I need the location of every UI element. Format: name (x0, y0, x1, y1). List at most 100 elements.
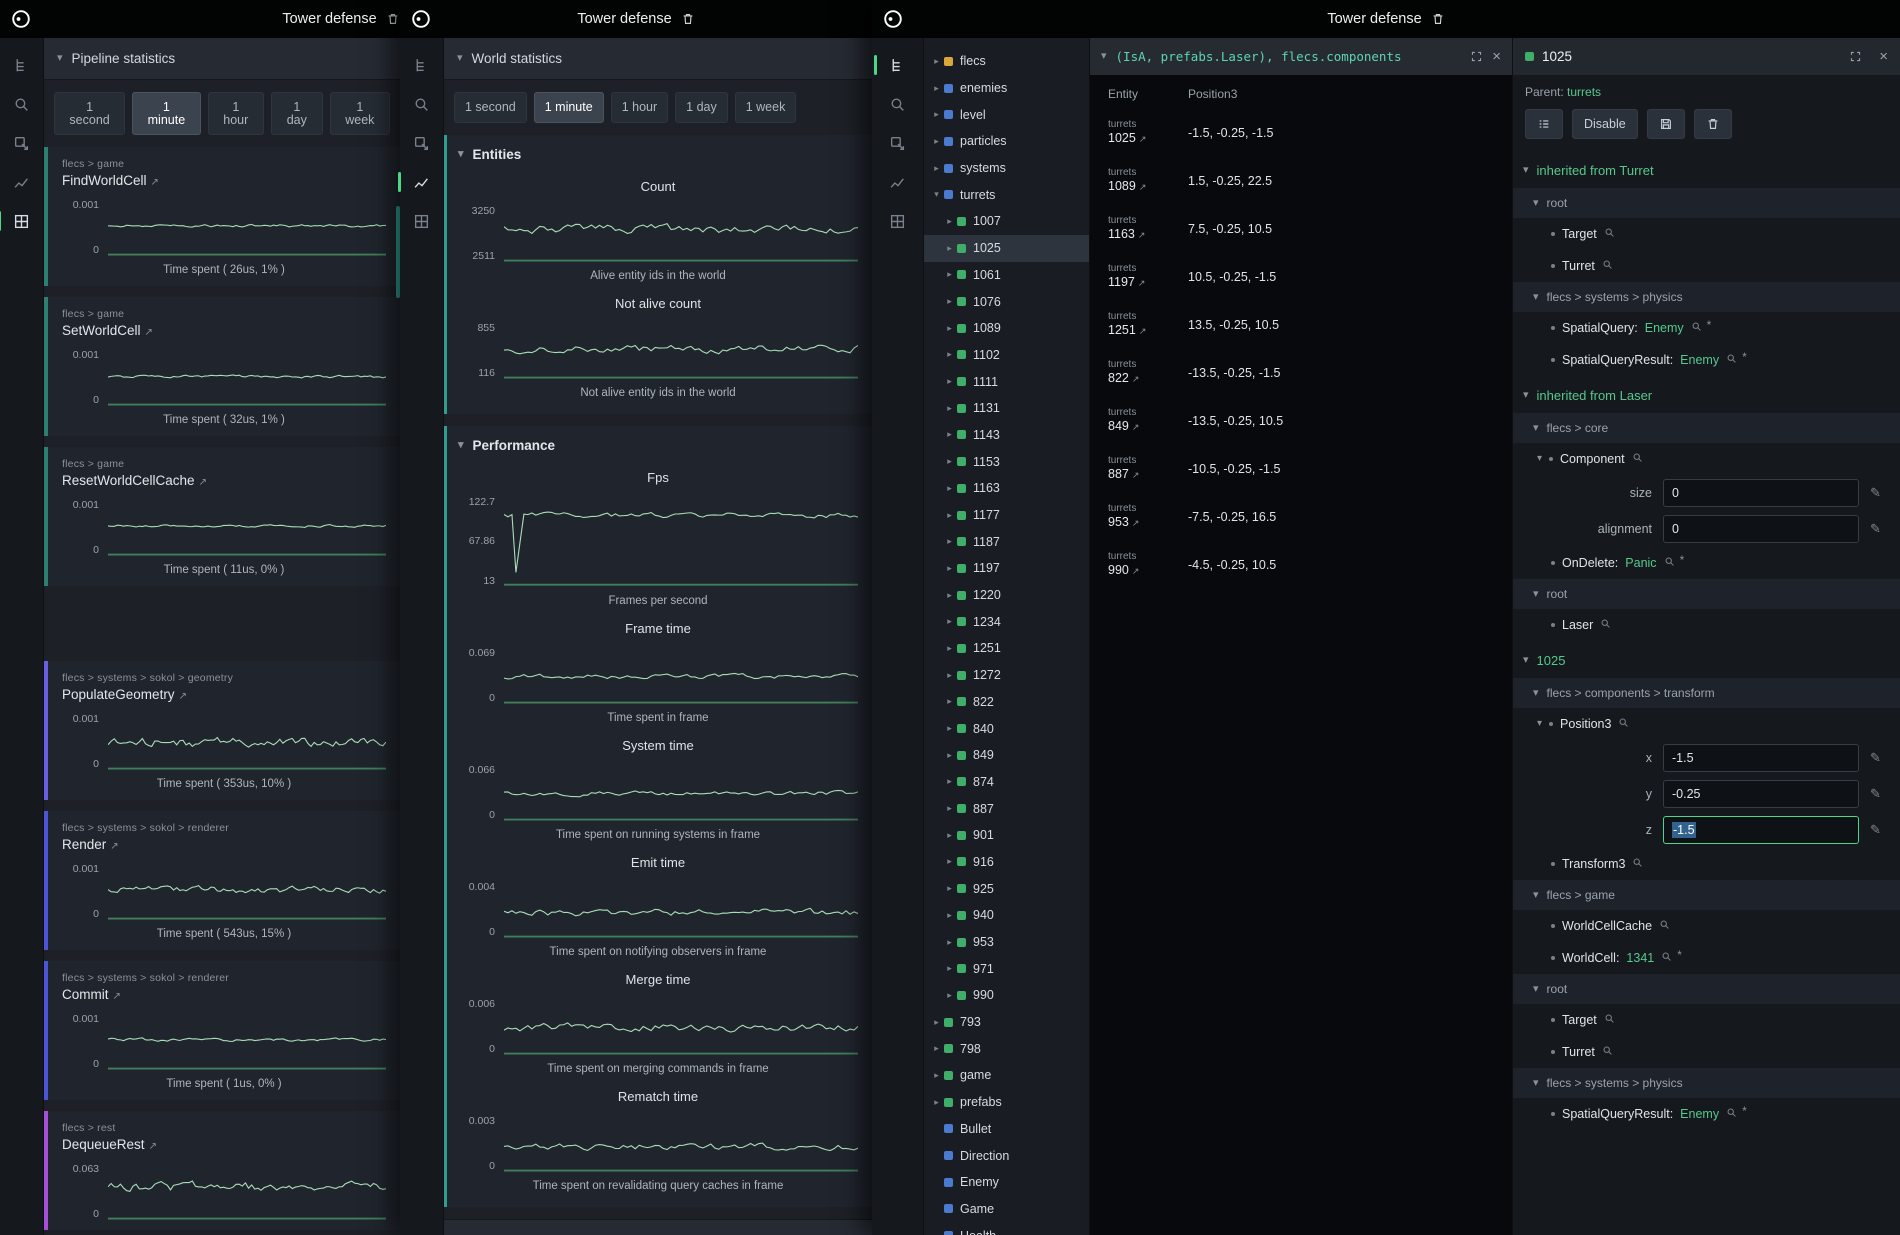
tree-item-Enemy[interactable]: Enemy (924, 1169, 1089, 1196)
query-result-row[interactable]: turrets1089↗1.5, -0.25, 22.5 (1090, 157, 1512, 205)
external-link-icon[interactable]: ↗ (110, 841, 118, 852)
close-icon[interactable]: × (1492, 49, 1501, 64)
tree-item-1272[interactable]: ▸1272 (924, 662, 1089, 689)
close-icon[interactable]: × (1879, 49, 1888, 64)
tree-item-game[interactable]: ▸game (924, 1062, 1089, 1089)
time-range-button-1-second[interactable]: 1 second (454, 92, 527, 123)
tree-item-1076[interactable]: ▸1076 (924, 288, 1089, 315)
search-icon[interactable] (6, 89, 38, 119)
tree-item-953[interactable]: ▸953 (924, 929, 1089, 956)
inspector-icon[interactable] (882, 128, 914, 158)
panel-header[interactable]: ▾ World statistics (444, 38, 872, 80)
time-range-button-1-minute[interactable]: 1 minute (534, 92, 604, 123)
tree-item-925[interactable]: ▸925 (924, 875, 1089, 902)
field-input-x[interactable]: -1.5 (1663, 744, 1859, 772)
search-icon[interactable] (406, 89, 438, 119)
component-value[interactable]: Enemy (1645, 321, 1684, 335)
stats-icon[interactable] (406, 167, 438, 197)
edit-pencil-icon[interactable]: ✎ (1870, 521, 1881, 537)
section-header[interactable]: ▾Entities (444, 135, 872, 174)
component-row[interactable]: SpatialQueryResult:Enemy* (1513, 344, 1900, 376)
tree-item-916[interactable]: ▸916 (924, 849, 1089, 876)
entity-id-link[interactable]: 953↗ (1108, 515, 1188, 531)
section-header[interactable]: ▾Performance (444, 426, 872, 465)
tree-item-940[interactable]: ▸940 (924, 902, 1089, 929)
entity-id-link[interactable]: 1089↗ (1108, 179, 1188, 195)
inspector-group-header[interactable]: ▾flecs > core (1513, 413, 1900, 443)
entity-id-link[interactable]: 1197↗ (1108, 275, 1188, 291)
tree-item-849[interactable]: ▸849 (924, 742, 1089, 769)
time-range-button-1-day[interactable]: 1 day (675, 92, 728, 123)
component-row[interactable]: Transform3 (1513, 848, 1900, 880)
tree-item-enemies[interactable]: ▸enemies (924, 75, 1089, 102)
tree-item-1143[interactable]: ▸1143 (924, 422, 1089, 449)
component-row[interactable]: WorldCell:1341* (1513, 942, 1900, 974)
time-range-button-1-hour[interactable]: 1 hour (208, 92, 264, 135)
component-row[interactable]: Target (1513, 218, 1900, 250)
tree-item-887[interactable]: ▸887 (924, 795, 1089, 822)
system-name[interactable]: FindWorldCell↗ (62, 173, 386, 188)
tree-item-971[interactable]: ▸971 (924, 955, 1089, 982)
time-range-button-1-week[interactable]: 1 week (330, 92, 390, 135)
trash-icon[interactable] (1431, 12, 1445, 26)
query-result-row[interactable]: turrets1163↗7.5, -0.25, 10.5 (1090, 205, 1512, 253)
tree-item-Bullet[interactable]: Bullet (924, 1116, 1089, 1143)
stats-icon[interactable] (882, 167, 914, 197)
time-range-button-1-week[interactable]: 1 week (735, 92, 797, 123)
external-link-icon[interactable]: ↗ (151, 177, 159, 188)
component-value[interactable]: Panic (1625, 556, 1656, 570)
tree-item-1187[interactable]: ▸1187 (924, 528, 1089, 555)
query-result-row[interactable]: turrets849↗-13.5, -0.25, 10.5 (1090, 397, 1512, 445)
stats-icon[interactable] (6, 167, 38, 197)
component-row[interactable]: Target (1513, 1004, 1900, 1036)
next-section-header[interactable] (444, 1219, 872, 1235)
component-row[interactable]: SpatialQuery:Enemy* (1513, 312, 1900, 344)
tree-item-1220[interactable]: ▸1220 (924, 582, 1089, 609)
titlebar[interactable]: Tower defense (0, 0, 400, 38)
tree-item-1177[interactable]: ▸1177 (924, 502, 1089, 529)
inspector-group-header[interactable]: ▾root (1513, 579, 1900, 609)
trash-icon[interactable] (681, 12, 695, 26)
time-range-button-1-second[interactable]: 1 second (54, 92, 125, 135)
tree-item-systems[interactable]: ▸systems (924, 155, 1089, 182)
tree-item-901[interactable]: ▸901 (924, 822, 1089, 849)
tree-item-level[interactable]: ▸level (924, 101, 1089, 128)
tree-item-793[interactable]: ▸793 (924, 1009, 1089, 1036)
component-row[interactable]: Turret (1513, 1036, 1900, 1068)
inspector-group-header[interactable]: ▾root (1513, 974, 1900, 1004)
tree-item-flecs[interactable]: ▸flecs (924, 48, 1089, 75)
component-row[interactable]: SpatialQueryResult:Enemy* (1513, 1098, 1900, 1130)
delete-button[interactable] (1694, 109, 1732, 139)
tree-icon[interactable] (6, 50, 38, 80)
tree-view-button[interactable] (1525, 109, 1563, 139)
inspector-group-header[interactable]: ▾root (1513, 188, 1900, 218)
inspector-group-header[interactable]: ▾flecs > systems > physics (1513, 282, 1900, 312)
tree-item-particles[interactable]: ▸particles (924, 128, 1089, 155)
system-name[interactable]: Commit↗ (62, 987, 386, 1002)
edit-pencil-icon[interactable]: ✎ (1870, 786, 1881, 802)
component-row[interactable]: WorldCellCache (1513, 910, 1900, 942)
component-value[interactable]: Enemy (1680, 353, 1719, 367)
component-row[interactable]: Laser (1513, 609, 1900, 641)
component-row[interactable]: OnDelete:Panic* (1513, 547, 1900, 579)
tree-item-Direction[interactable]: Direction (924, 1142, 1089, 1169)
tree-item-1163[interactable]: ▸1163 (924, 475, 1089, 502)
tree-icon[interactable] (406, 50, 438, 80)
tree-item-1025[interactable]: ▸1025 (924, 235, 1089, 262)
tree-item-1061[interactable]: ▸1061 (924, 262, 1089, 289)
tables-icon[interactable] (406, 206, 438, 236)
external-link-icon[interactable]: ↗ (145, 327, 153, 338)
tables-icon[interactable] (882, 206, 914, 236)
titlebar[interactable]: Tower defense (400, 0, 872, 38)
field-input-z[interactable]: -1.5 (1663, 816, 1859, 844)
expand-icon[interactable] (1470, 50, 1483, 63)
component-value[interactable]: Enemy (1680, 1107, 1719, 1121)
disable-button[interactable]: Disable (1572, 109, 1638, 139)
time-range-button-1-day[interactable]: 1 day (271, 92, 323, 135)
tree-item-990[interactable]: ▸990 (924, 982, 1089, 1009)
system-name[interactable]: ResetWorldCellCache↗ (62, 473, 386, 488)
tree-item-1007[interactable]: ▸1007 (924, 208, 1089, 235)
parent-link[interactable]: turrets (1567, 85, 1601, 99)
query-result-row[interactable]: turrets1197↗10.5, -0.25, -1.5 (1090, 253, 1512, 301)
tree-item-prefabs[interactable]: ▸prefabs (924, 1089, 1089, 1116)
